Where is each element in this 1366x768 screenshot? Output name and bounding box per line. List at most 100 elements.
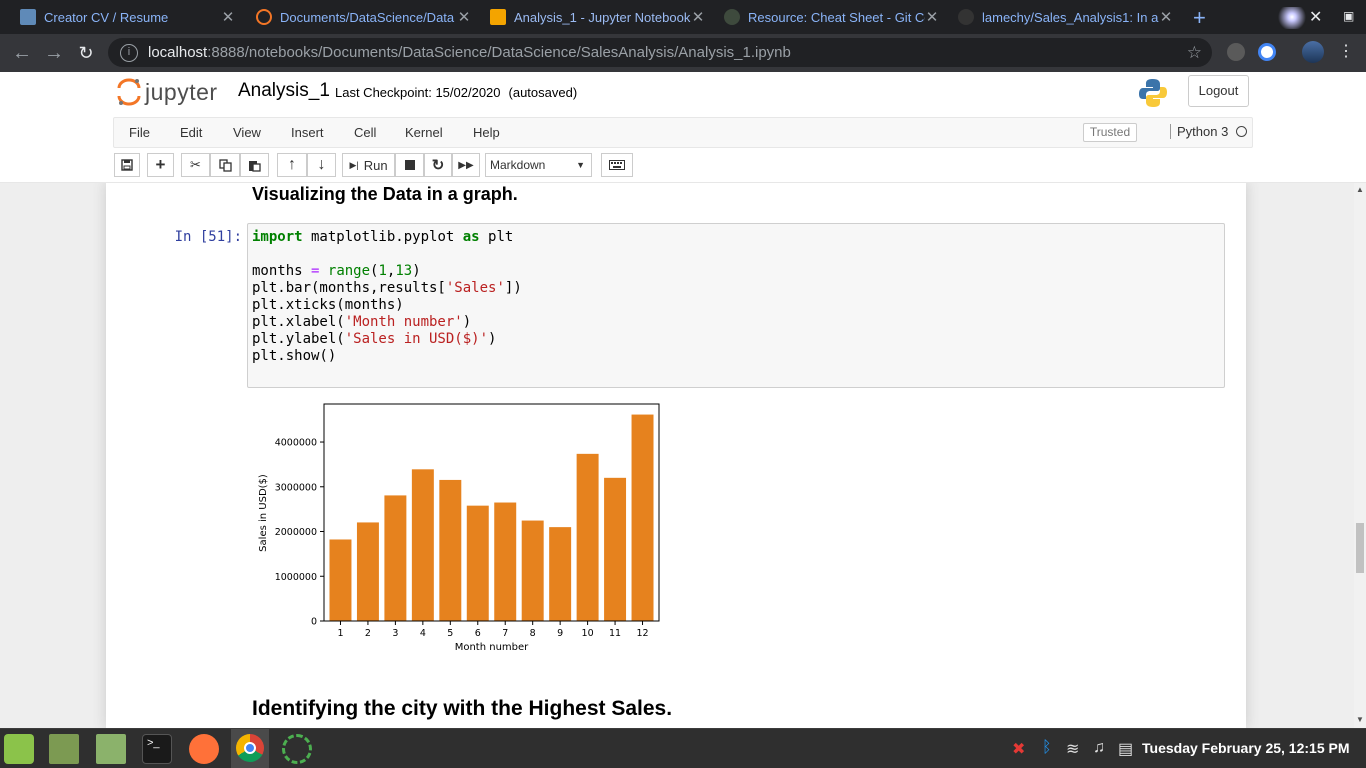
fast-forward-icon: ▶▶ xyxy=(458,159,474,171)
reload-button[interactable]: ↻ xyxy=(74,41,98,65)
markdown-heading[interactable]: Visualizing the Data in a graph. xyxy=(252,184,518,205)
menu-dots-icon[interactable]: ⋮ xyxy=(1337,43,1355,61)
notebook-container: Visualizing the Data in a graph. In [51]… xyxy=(106,183,1246,728)
browser-tab[interactable]: Documents/DataScience/Data ✕ xyxy=(236,0,479,34)
taskbar: >_ ✖ ᛒ ≋ ♫ ▤ Tuesday February 25, 12:15 … xyxy=(0,728,1366,768)
close-icon[interactable]: ✕ xyxy=(1159,8,1173,26)
x-tick-label: 4 xyxy=(420,628,426,639)
x-tick-label: 2 xyxy=(365,628,371,639)
firefox-icon[interactable] xyxy=(189,734,219,764)
y-tick-label: 1000000 xyxy=(275,572,317,583)
close-icon[interactable]: ✕ xyxy=(221,8,235,26)
markdown-heading[interactable]: Identifying the city with the Highest Sa… xyxy=(252,697,672,721)
command-palette-button[interactable] xyxy=(601,153,633,177)
sparkle-icon xyxy=(1262,7,1312,29)
step-forward-icon: ▶| xyxy=(349,159,359,170)
trusted-indicator[interactable]: Trusted xyxy=(1083,123,1137,142)
restart-button[interactable]: ↻ xyxy=(424,153,452,177)
jupyter-header: jupyter Analysis_1 Last Checkpoint: 15/0… xyxy=(0,72,1366,117)
address-bar[interactable]: i localhost:8888/notebooks/Documents/Dat… xyxy=(108,38,1212,67)
menu-bar: File Edit View Insert Cell Kernel Help T… xyxy=(0,117,1366,148)
bar-month-9 xyxy=(549,527,572,621)
browser-tab[interactable]: Creator CV / Resume ✕ xyxy=(0,0,243,34)
bar-month-6 xyxy=(466,505,489,621)
save-button[interactable] xyxy=(114,153,140,177)
folder-icon[interactable] xyxy=(49,734,79,764)
code-cell-editor[interactable]: import matplotlib.pyplot as plt months =… xyxy=(247,223,1225,388)
clipboard-icon[interactable]: ▤ xyxy=(1118,739,1133,759)
kernel-name[interactable]: Python 3 xyxy=(1170,124,1228,139)
scroll-up-icon[interactable]: ▲ xyxy=(1356,185,1364,194)
jupyter-icon xyxy=(256,9,272,25)
run-button[interactable]: ▶| Run xyxy=(342,153,395,177)
menu-file[interactable]: File xyxy=(129,125,150,140)
cell-prompt: In [51]: xyxy=(174,229,242,245)
close-icon[interactable]: ✕ xyxy=(457,8,471,26)
x-tick-label: 7 xyxy=(502,628,508,639)
close-icon[interactable]: ✕ xyxy=(925,8,939,26)
logout-button[interactable]: Logout xyxy=(1188,75,1249,107)
menu-insert[interactable]: Insert xyxy=(291,125,324,140)
extension-icon[interactable] xyxy=(1227,43,1245,61)
notebook-site: Visualizing the Data in a graph. In [51]… xyxy=(0,183,1354,728)
insert-cell-button[interactable]: + xyxy=(147,153,174,177)
jupyter-logo[interactable]: jupyter xyxy=(117,78,218,106)
browser-toolbar: ← → ↻ i localhost:8888/notebooks/Documen… xyxy=(0,34,1366,72)
wifi-icon[interactable]: ≋ xyxy=(1066,739,1079,759)
close-icon[interactable]: ✕ xyxy=(691,8,705,26)
terminal-icon[interactable]: >_ xyxy=(142,734,172,764)
update-manager-icon[interactable] xyxy=(282,734,312,764)
y-tick-label: 2000000 xyxy=(275,527,317,538)
cell-type-select[interactable]: Markdown ▼ xyxy=(485,153,592,177)
cut-button[interactable]: ✂ xyxy=(181,153,210,177)
minimize-icon[interactable]: ▣ xyxy=(1343,9,1354,23)
back-button[interactable]: ← xyxy=(10,41,34,65)
move-down-button[interactable]: ↓ xyxy=(307,153,336,177)
paste-button[interactable] xyxy=(240,153,269,177)
notebook-name[interactable]: Analysis_1 xyxy=(238,80,330,102)
scroll-down-icon[interactable]: ▼ xyxy=(1356,715,1364,724)
shield-icon[interactable]: ✖ xyxy=(1012,739,1025,759)
menu-view[interactable]: View xyxy=(233,125,261,140)
bar-month-2 xyxy=(356,522,379,621)
info-icon[interactable]: i xyxy=(120,43,138,62)
chrome-taskbar-button[interactable] xyxy=(231,729,269,768)
restart-run-all-button[interactable]: ▶▶ xyxy=(452,153,480,177)
interrupt-button[interactable] xyxy=(395,153,424,177)
browser-tab-active[interactable]: Analysis_1 - Jupyter Notebook ✕ xyxy=(470,0,713,34)
bookmark-star-icon[interactable]: ☆ xyxy=(1187,43,1202,63)
menu-edit[interactable]: Edit xyxy=(180,125,202,140)
copy-button[interactable] xyxy=(210,153,240,177)
save-icon xyxy=(121,159,133,171)
menu-help[interactable]: Help xyxy=(473,125,500,140)
x-axis-label: Month number xyxy=(455,642,529,653)
google-icon[interactable] xyxy=(1258,43,1276,61)
music-icon[interactable]: ♫ xyxy=(1093,739,1105,757)
bar-month-10 xyxy=(576,453,599,621)
chrome-icon xyxy=(236,734,264,762)
move-up-button[interactable]: ↑ xyxy=(277,153,307,177)
forward-button[interactable]: → xyxy=(42,41,66,65)
menu-kernel[interactable]: Kernel xyxy=(405,125,443,140)
files-icon[interactable] xyxy=(96,734,126,764)
profile-avatar[interactable] xyxy=(1302,41,1324,63)
x-tick-label: 12 xyxy=(636,628,648,639)
python-logo-icon xyxy=(1139,79,1167,107)
scrollbar-thumb[interactable] xyxy=(1356,523,1364,573)
x-tick-label: 11 xyxy=(609,628,621,639)
notebook-toolbar: + ✂ ↑ ↓ ▶| Run ↻ ▶▶ Markdown ▼ xyxy=(0,148,1366,183)
menu-cell[interactable]: Cell xyxy=(354,125,376,140)
paste-icon xyxy=(249,160,261,172)
bluetooth-icon[interactable]: ᛒ xyxy=(1042,739,1052,757)
taskbar-clock[interactable]: Tuesday February 25, 12:15 PM xyxy=(1142,740,1350,756)
browser-tab[interactable]: Resource: Cheat Sheet - Git Co ✕ xyxy=(704,0,947,34)
x-tick-label: 1 xyxy=(337,628,343,639)
browser-tab[interactable]: lamechy/Sales_Analysis1: In a ✕ xyxy=(938,0,1181,34)
bar-month-5 xyxy=(439,479,462,621)
plus-icon: + xyxy=(155,155,166,174)
mint-menu-icon[interactable] xyxy=(4,734,34,764)
new-tab-button[interactable]: + xyxy=(1193,5,1206,31)
page-scrollbar[interactable]: ▲ ▼ xyxy=(1354,183,1366,728)
close-window-button[interactable]: ✕ xyxy=(1309,7,1322,27)
code-content[interactable]: import matplotlib.pyplot as plt months =… xyxy=(252,229,522,365)
